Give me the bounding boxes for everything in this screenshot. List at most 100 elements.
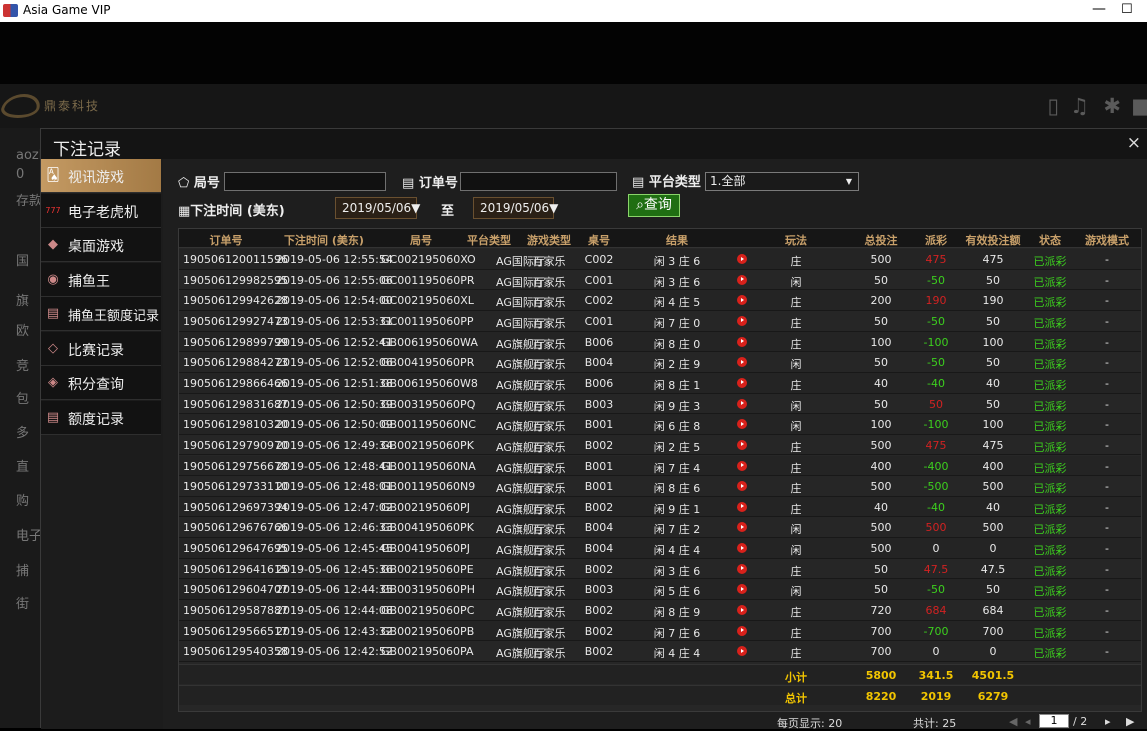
table-cell: 190506129676766 xyxy=(183,521,288,535)
table-cell: 闲 2 庄 5 xyxy=(653,440,701,454)
table-row[interactable]: 190506129942628 2019-05-06 12:54:00 GC0021… xyxy=(179,290,1141,311)
table-cell: 闲 5 庄 6 xyxy=(653,585,701,599)
chat-icon[interactable]: ■ xyxy=(1131,94,1147,118)
table-cell: -40 xyxy=(927,500,945,514)
table-row[interactable]: 190506129641615 2019-05-06 12:45:36 GB0021… xyxy=(179,558,1141,580)
table-row[interactable]: 190506129831687 2019-05-06 12:50:39 GB0031… xyxy=(179,393,1141,415)
table-row[interactable]: 190506129676766 2019-05-06 12:46:33 GB0041… xyxy=(179,517,1141,539)
table-cell: - xyxy=(1105,253,1109,266)
table-row[interactable]: 190506129810320 2019-05-06 12:50:09 GB0011… xyxy=(179,414,1141,435)
replay-play-icon[interactable] xyxy=(737,584,747,595)
sidebar-item[interactable]: ◉ 捕鱼王 xyxy=(41,262,161,297)
table-cell: 500 xyxy=(870,542,892,556)
date-to-select[interactable]: 2019/05/06▼ xyxy=(473,197,558,219)
table-header-cell: 有效投注额 xyxy=(965,234,1021,247)
table-cell: 百家乐 xyxy=(532,647,566,661)
replay-play-icon[interactable] xyxy=(737,315,747,326)
subtotal-row-cell: 341.5 xyxy=(918,669,954,682)
round-input[interactable] xyxy=(224,172,386,191)
table-cell: 已派彩 xyxy=(1033,585,1067,599)
table-row[interactable]: 190506129647695 2019-05-06 12:45:45 GB0041… xyxy=(179,538,1141,559)
table-row[interactable]: 190506129927473 2019-05-06 12:53:31 GC0011… xyxy=(179,310,1141,332)
maximize-button[interactable]: ☐ xyxy=(1121,2,1133,17)
table-row[interactable]: 190506129899799 2019-05-06 12:52:41 GB0061… xyxy=(179,331,1141,353)
replay-play-icon[interactable] xyxy=(737,295,747,306)
platform-select-value: 1.全部 xyxy=(710,174,746,188)
table-cell: 已派彩 xyxy=(1033,564,1067,578)
sidebar-item[interactable]: ◇ 比赛记录 xyxy=(41,331,161,366)
bet-records-modal: 下注记录 × 🂡 视讯游戏 777 电子老虎机 ◆ 桌面游戏 ◉ 捕鱼王 ▤ 捕鱼王额度记录 ◇ 比赛… xyxy=(40,128,1147,730)
table-cell: GB006195060W8 xyxy=(381,376,478,390)
sidebar-item[interactable]: 777 电子老虎机 xyxy=(41,193,161,228)
table-row[interactable]: 190506129790970 2019-05-06 12:49:34 GB0021… xyxy=(179,434,1141,456)
table-cell: 已派彩 xyxy=(1033,523,1067,537)
background-side-label: 国 xyxy=(16,254,30,269)
next-page-icon[interactable]: ▸ xyxy=(1105,715,1111,728)
table-row[interactable]: 190506129756678 2019-05-06 12:48:41 GB0011… xyxy=(179,455,1141,477)
sidebar-item[interactable]: ◆ 桌面游戏 xyxy=(41,228,161,262)
table-row[interactable]: 190506129982595 2019-05-06 12:55:06 GC0011… xyxy=(179,269,1141,291)
replay-play-icon[interactable] xyxy=(737,481,747,492)
replay-play-icon[interactable] xyxy=(737,377,747,388)
replay-play-icon[interactable] xyxy=(737,439,747,450)
table-row[interactable]: 190506129587887 2019-05-06 12:44:08 GB0021… xyxy=(179,600,1141,621)
replay-play-icon[interactable] xyxy=(737,646,747,657)
table-cell: 190506129982595 xyxy=(183,273,288,287)
replay-play-icon[interactable] xyxy=(737,357,747,368)
table-cell: 庄 xyxy=(790,564,802,578)
first-page-icon[interactable]: ◀ xyxy=(1009,715,1017,728)
replay-play-icon[interactable] xyxy=(737,625,747,636)
table-cell: 40 xyxy=(986,376,1000,390)
table-row[interactable]: 190506129866466 2019-05-06 12:51:38 GB0061… xyxy=(179,372,1141,394)
sidebar-item[interactable]: ▤ 捕鱼王额度记录 xyxy=(41,297,161,331)
date-from-select[interactable]: 2019/05/06▼ xyxy=(335,197,420,219)
table-cell: 百家乐 xyxy=(532,337,566,351)
table-row[interactable]: 190506129884273 2019-05-06 12:52:06 GB0041… xyxy=(179,352,1141,373)
table-row[interactable]: 190506129733110 2019-05-06 12:48:01 GB0011… xyxy=(179,476,1141,497)
table-row[interactable]: 190506129697394 2019-05-06 12:47:02 GB0021… xyxy=(179,496,1141,518)
table-cell: -100 xyxy=(923,418,949,432)
minimize-button[interactable]: — xyxy=(1092,1,1106,17)
replay-play-icon[interactable] xyxy=(737,419,747,430)
sidebar-item[interactable]: ◈ 积分查询 xyxy=(41,366,161,400)
replay-play-icon[interactable] xyxy=(737,543,747,554)
replay-play-icon[interactable] xyxy=(737,563,747,574)
prev-page-icon[interactable]: ◂ xyxy=(1025,715,1031,728)
table-cell: 50 xyxy=(874,356,888,370)
table-cell: 庄 xyxy=(790,255,802,268)
table-cell: 190506129899799 xyxy=(183,335,288,349)
replay-play-icon[interactable] xyxy=(737,460,747,471)
order-input[interactable] xyxy=(460,172,617,191)
table-cell: 闲 xyxy=(790,399,802,413)
sidebar-item[interactable]: 🂡 视讯游戏 xyxy=(41,159,161,193)
table-row[interactable]: 190506129566517 2019-05-06 12:43:32 GB0021… xyxy=(179,620,1141,642)
replay-play-icon[interactable] xyxy=(737,254,747,264)
replay-play-icon[interactable] xyxy=(737,522,747,533)
music-icon[interactable]: ♫ xyxy=(1070,94,1089,118)
gear-icon[interactable]: ✱ xyxy=(1103,94,1121,118)
page-input[interactable]: 1 xyxy=(1039,714,1069,728)
table-cell: 庄 xyxy=(790,316,802,330)
diamond-icon: ◈ xyxy=(48,375,58,390)
table-row[interactable]: 190506129604707 2019-05-06 12:44:35 GB0031… xyxy=(179,579,1141,601)
table-cell: 50 xyxy=(874,583,888,597)
replay-play-icon[interactable] xyxy=(737,274,747,285)
table-cell: 190506129733110 xyxy=(183,480,288,494)
sidebar-item[interactable]: ▤ 额度记录 xyxy=(41,400,161,435)
last-page-icon[interactable]: ▶ xyxy=(1126,715,1134,728)
table-row[interactable]: 190506129540358 2019-05-06 12:42:52 GB0021… xyxy=(179,641,1141,662)
background-side-label: 竞 xyxy=(16,359,30,374)
replay-play-icon[interactable] xyxy=(737,336,747,347)
replay-play-icon[interactable] xyxy=(737,605,747,616)
query-button[interactable]: ⌕查询 xyxy=(628,194,680,217)
table-cell: 2019-05-06 12:45:36 xyxy=(276,562,393,576)
table-row[interactable]: 190506120011596 2019-05-06 12:55:54 GC0021… xyxy=(179,249,1141,270)
close-icon[interactable]: × xyxy=(1127,133,1141,153)
platform-select[interactable]: 1.全部 ▼ xyxy=(705,172,859,191)
replay-play-icon[interactable] xyxy=(737,501,747,512)
table-header-cell: 游戏类型 xyxy=(527,234,571,247)
phone-icon[interactable]: ▯ xyxy=(1047,94,1059,118)
table-cell: 2019-05-06 12:47:02 xyxy=(276,500,393,514)
table-cell: 190506129697394 xyxy=(183,500,288,514)
replay-play-icon[interactable] xyxy=(737,398,747,409)
